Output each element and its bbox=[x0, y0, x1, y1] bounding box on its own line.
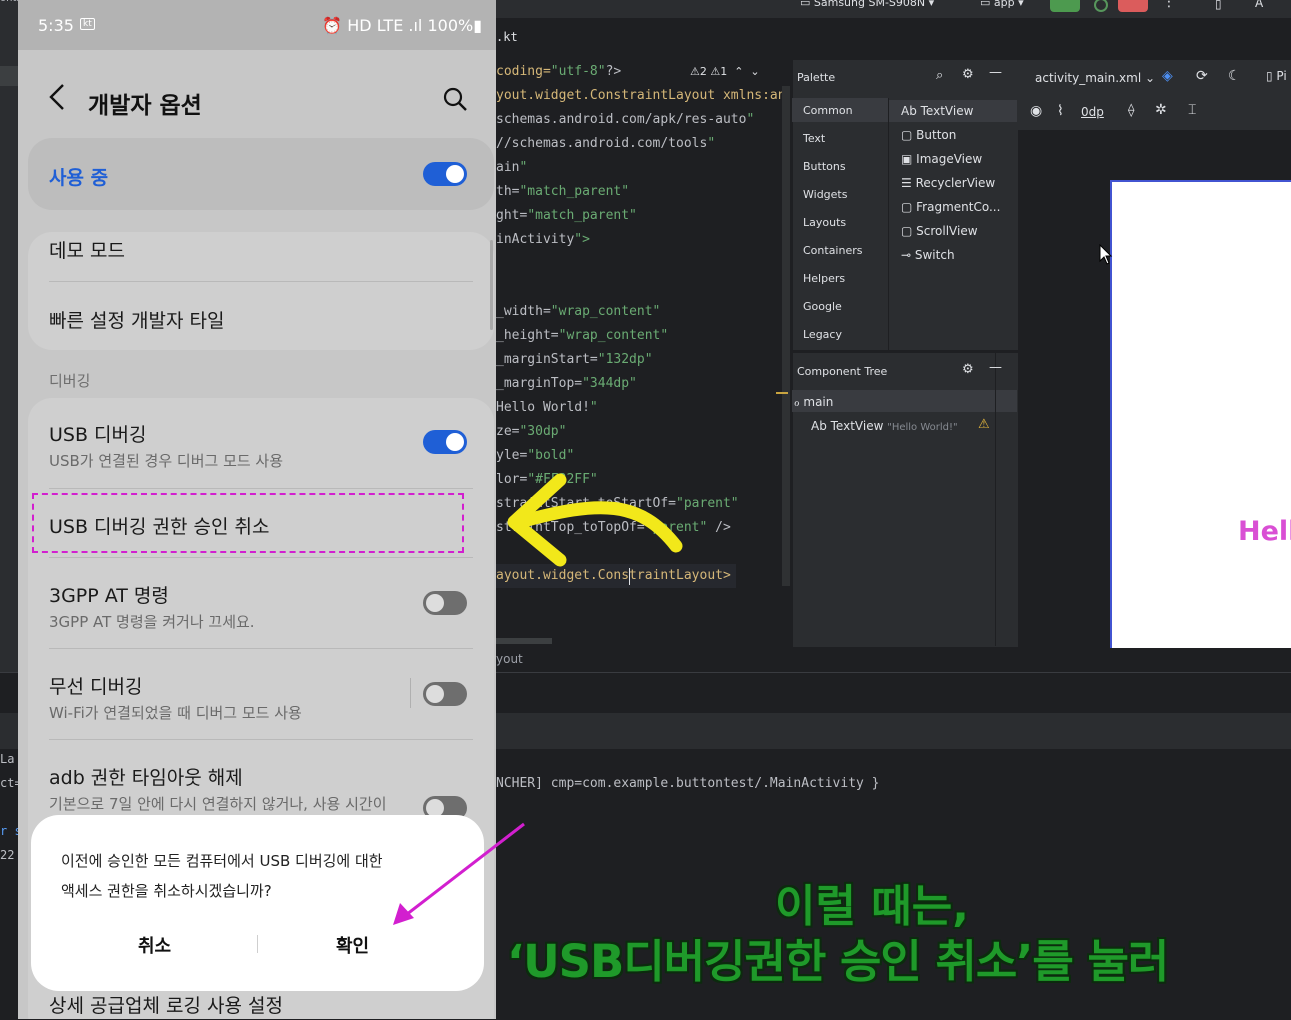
annotation-layer bbox=[393, 473, 683, 925]
caption-line-2: ‘USB디버깅권한 승인 취소’를 눌러 bbox=[507, 935, 1169, 988]
magenta-arrow-icon bbox=[393, 822, 525, 925]
yellow-arrow-icon bbox=[507, 473, 683, 567]
